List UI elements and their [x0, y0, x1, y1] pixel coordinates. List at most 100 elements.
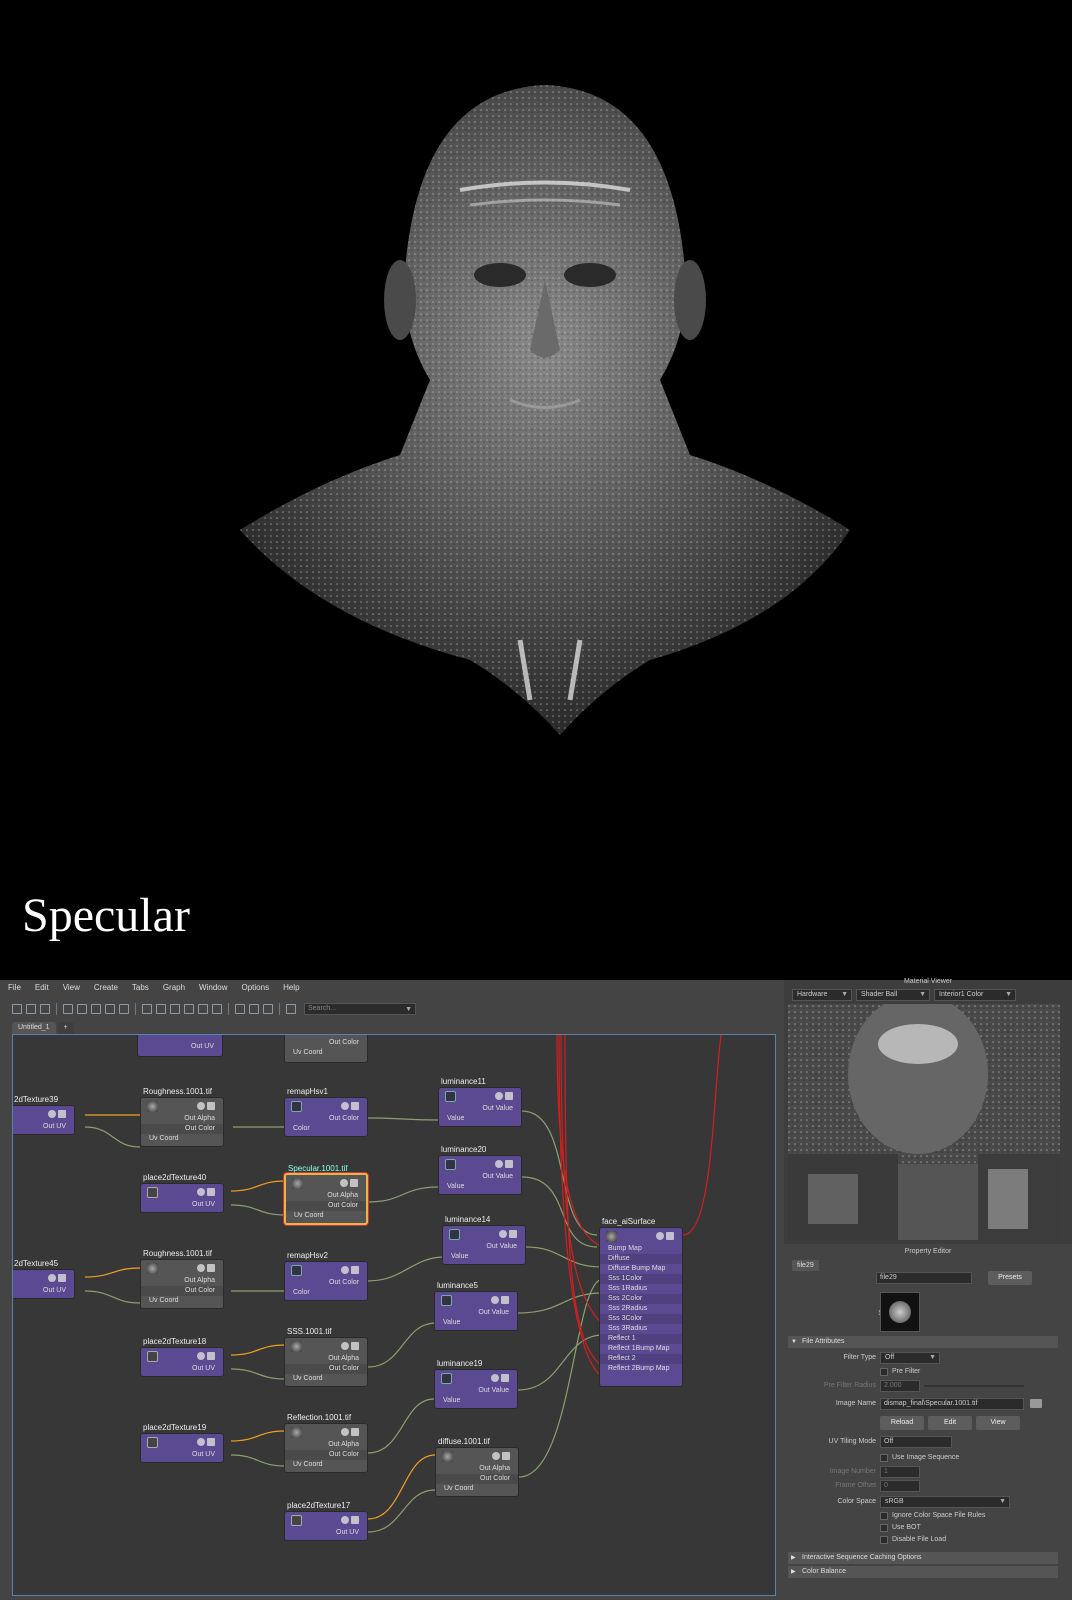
place2dtexture-node-top[interactable]: Out UV [137, 1035, 223, 1057]
out-color-port[interactable]: Out Color [141, 1124, 223, 1134]
value-port[interactable]: Value [443, 1252, 525, 1262]
use-bot-checkbox[interactable] [880, 1524, 888, 1532]
section-file-attributes[interactable]: File Attributes [788, 1336, 1058, 1348]
uv-coord-port[interactable]: Uv Coord [436, 1484, 518, 1494]
place2dtexture39-node[interactable]: 2dTexture39 Out UV [13, 1095, 75, 1135]
disable-file-load-checkbox[interactable] [880, 1536, 888, 1544]
roughness-file-node[interactable]: Roughness.1001.tif Out Alpha Out Color U… [140, 1087, 224, 1147]
uv-coord-port[interactable]: Uv Coord [141, 1134, 223, 1144]
search-input[interactable]: Search... ▼ [304, 1003, 416, 1015]
out-uv-port[interactable]: Out UV [13, 1122, 74, 1132]
menu-icon[interactable] [207, 1102, 215, 1110]
attr-sss1-color[interactable]: Sss 1Color [600, 1274, 682, 1284]
sss-file-node[interactable]: SSS.1001.tif Out Alpha Out Color Uv Coor… [284, 1327, 368, 1387]
attr-sss2-radius[interactable]: Sss 2Radius [600, 1304, 682, 1314]
attr-diffuse[interactable]: Diffuse [600, 1254, 682, 1264]
diffuse-file-node[interactable]: diffuse.1001.tif Out Alpha Out Color Uv … [435, 1437, 519, 1497]
value-port[interactable]: Value [439, 1182, 521, 1192]
menu-icon[interactable] [501, 1296, 509, 1304]
value-port[interactable]: Value [439, 1114, 521, 1124]
uv-coord-port[interactable]: Uv Coord [286, 1211, 366, 1221]
menu-icon[interactable] [207, 1352, 215, 1360]
pre-filter-radius-field[interactable]: 2.000 [880, 1380, 920, 1392]
arrange-icon[interactable] [91, 1004, 101, 1014]
menu-window[interactable]: Window [199, 983, 227, 992]
menu-create[interactable]: Create [94, 983, 118, 992]
snap-icon[interactable] [249, 1004, 259, 1014]
section-sequence-caching[interactable]: Interactive Sequence Caching Options [788, 1552, 1058, 1564]
file-name-field[interactable]: file29 [876, 1272, 972, 1284]
out-color-port[interactable]: Out Color [436, 1474, 518, 1484]
value-port[interactable]: Value [435, 1396, 517, 1406]
menu-icon[interactable] [666, 1232, 674, 1240]
out-uv-port[interactable]: Out UV [138, 1042, 222, 1052]
face-aisurface-node[interactable]: face_aiSurface Bump Map Diffuse Diffuse … [599, 1217, 683, 1387]
menu-view[interactable]: View [63, 983, 80, 992]
menu-graph[interactable]: Graph [163, 983, 185, 992]
section-color-balance[interactable]: Color Balance [788, 1566, 1058, 1578]
menu-options[interactable]: Options [242, 983, 270, 992]
out-uv-port[interactable]: Out UV [141, 1364, 223, 1374]
uv-coord-port[interactable]: Uv Coord [141, 1296, 223, 1306]
attr-reflect1[interactable]: Reflect 1 [600, 1334, 682, 1344]
out-uv-port[interactable]: Out UV [13, 1286, 74, 1296]
out-color-port[interactable]: Out Color [285, 1114, 367, 1124]
clear-graph-icon[interactable] [119, 1004, 129, 1014]
image-number-field[interactable]: 1 [880, 1466, 920, 1478]
frame-all-icon[interactable] [63, 1004, 73, 1014]
search-icon[interactable] [198, 1004, 208, 1014]
menu-icon[interactable] [351, 1102, 359, 1110]
out-value-port[interactable]: Out Value [443, 1242, 525, 1252]
out-value-port[interactable]: Out Value [439, 1104, 521, 1114]
menu-icon[interactable] [207, 1188, 215, 1196]
out-color-port[interactable]: Out Color [141, 1286, 223, 1296]
place2dtexture18-node[interactable]: place2dTexture18 Out UV [140, 1337, 224, 1377]
luminance14-node[interactable]: luminance14 Out Value Value [442, 1215, 526, 1265]
menu-icon[interactable] [351, 1342, 359, 1350]
out-alpha-port[interactable]: Out Alpha [436, 1464, 518, 1474]
uv-coord-port[interactable]: Uv Coord [285, 1460, 367, 1470]
edit-button[interactable]: Edit [928, 1416, 972, 1430]
out-alpha-port[interactable]: Out Alpha [286, 1191, 366, 1201]
roughness-file-node-2[interactable]: Roughness.1001.tif Out Alpha Out Color U… [140, 1249, 224, 1309]
pre-filter-checkbox[interactable] [880, 1368, 888, 1376]
color-port[interactable]: Color [285, 1124, 367, 1134]
out-value-port[interactable]: Out Value [439, 1172, 521, 1182]
pre-filter-radius-slider[interactable] [924, 1385, 1024, 1387]
tab-file29[interactable]: file29 [792, 1260, 819, 1271]
attr-bump-map[interactable]: Bump Map [600, 1244, 682, 1254]
remaphsv1-node[interactable]: remapHsv1 Out Color Color [284, 1087, 368, 1137]
menu-icon[interactable] [505, 1092, 513, 1100]
luminance20-node[interactable]: luminance20 Out Value Value [438, 1145, 522, 1195]
node-graph[interactable]: Out UV Out Color Uv Coord 2dTexture39 Ou… [12, 1034, 776, 1596]
grid-icon[interactable] [235, 1004, 245, 1014]
place2dtexture40-node[interactable]: place2dTexture40 Out UV [140, 1173, 224, 1213]
input-connections-icon[interactable] [12, 1004, 22, 1014]
graph-layout-icon[interactable] [105, 1004, 115, 1014]
color-port[interactable]: Color [285, 1288, 367, 1298]
connected-view-icon[interactable] [156, 1004, 166, 1014]
remaphsv2-node[interactable]: remapHsv2 Out Color Color [284, 1251, 368, 1301]
menu-icon[interactable] [350, 1179, 358, 1187]
menu-icon[interactable] [351, 1428, 359, 1436]
luminance19-node[interactable]: luminance19 Out Value Value [434, 1359, 518, 1409]
attr-reflect2-bump[interactable]: Reflect 2Bump Map [600, 1364, 682, 1374]
out-color-port[interactable]: Out Color [285, 1450, 367, 1460]
menu-tabs[interactable]: Tabs [132, 983, 149, 992]
chevron-down-icon[interactable]: ▼ [405, 1005, 412, 1015]
full-view-icon[interactable] [170, 1004, 180, 1014]
menu-file[interactable]: File [8, 983, 21, 992]
attr-sss1-radius[interactable]: Sss 1Radius [600, 1284, 682, 1294]
attr-sss2-color[interactable]: Sss 2Color [600, 1294, 682, 1304]
view-button[interactable]: View [976, 1416, 1020, 1430]
out-uv-port[interactable]: Out UV [285, 1528, 367, 1538]
out-alpha-port[interactable]: Out Alpha [285, 1354, 367, 1364]
swatch-icon[interactable] [263, 1004, 273, 1014]
refresh-icon[interactable] [286, 1004, 296, 1014]
menu-icon[interactable] [509, 1230, 517, 1238]
menu-icon[interactable] [502, 1452, 510, 1460]
luminance11-node[interactable]: luminance11 Out Value Value [438, 1077, 522, 1127]
out-color-port[interactable]: Out Color [285, 1364, 367, 1374]
out-uv-port[interactable]: Out UV [141, 1450, 223, 1460]
specular-file-node[interactable]: Specular.1001.tif Out Alpha Out Color Uv… [284, 1164, 368, 1225]
